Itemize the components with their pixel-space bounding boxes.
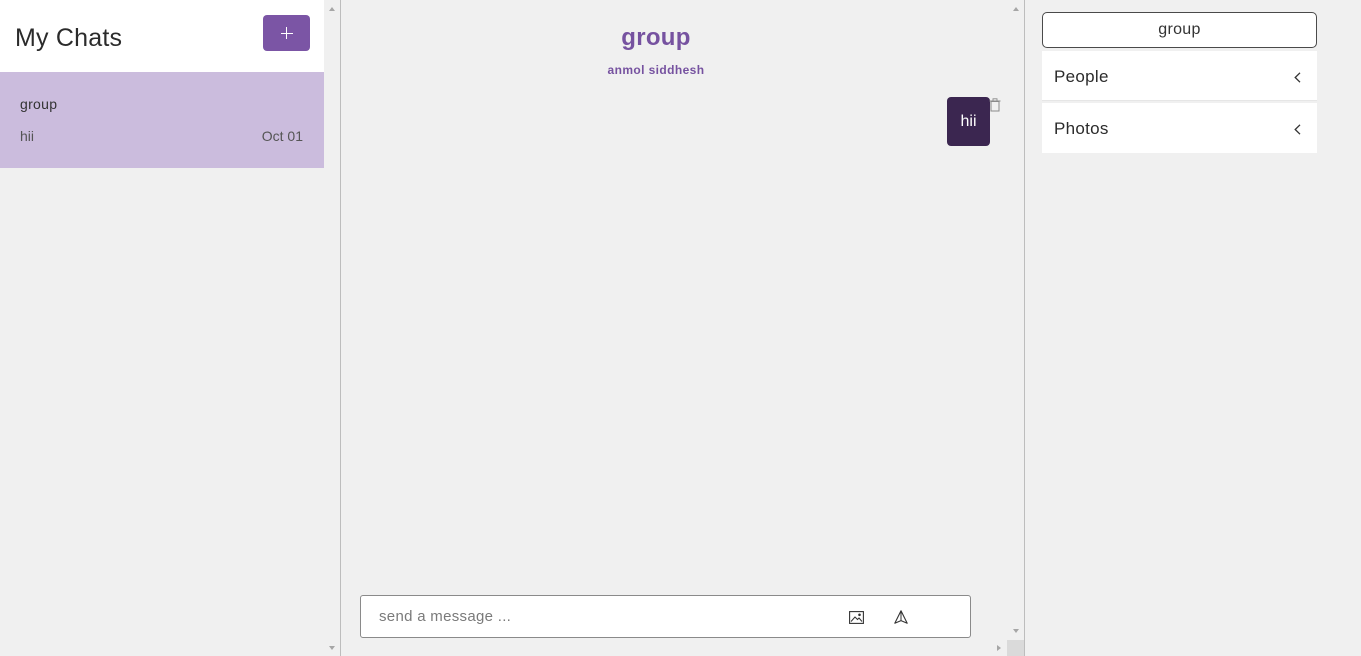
sidebar-title: My Chats xyxy=(15,24,123,52)
chevron-left-icon xyxy=(1294,124,1301,135)
trash-icon[interactable] xyxy=(989,98,1001,112)
photos-section-label: Photos xyxy=(1054,119,1109,138)
chat-scroll-down[interactable] xyxy=(1013,629,1019,633)
sidebar-scroll-down[interactable] xyxy=(329,646,335,650)
new-chat-button[interactable] xyxy=(263,15,310,51)
chat-details-panel: group People Photos xyxy=(1026,0,1361,656)
chat-window: group anmol siddhesh hii xyxy=(342,0,1025,656)
plus-icon xyxy=(280,27,293,39)
message-composer xyxy=(360,595,971,638)
chat-item-date: Oct 01 xyxy=(261,128,303,144)
chat-scroll-right[interactable] xyxy=(997,645,1001,651)
group-name-field[interactable]: group xyxy=(1042,12,1317,48)
chevron-left-icon xyxy=(1294,72,1301,83)
chat-scroll-up[interactable] xyxy=(1013,7,1019,11)
photos-section[interactable]: Photos xyxy=(1042,103,1317,153)
chat-list-item[interactable]: group hii Oct 01 xyxy=(0,72,324,168)
sidebar-scroll-up[interactable] xyxy=(329,7,335,11)
sidebar-header: My Chats xyxy=(0,0,324,72)
chat-app: My Chats group hii Oct 01 group anmol si… xyxy=(0,0,1361,656)
chat-item-last-message: hii xyxy=(20,128,35,144)
chat-members: anmol siddhesh xyxy=(607,63,705,77)
people-section[interactable]: People xyxy=(1042,51,1317,101)
people-section-label: People xyxy=(1054,67,1109,86)
chat-title: group xyxy=(621,24,691,51)
send-icon[interactable] xyxy=(894,610,908,624)
message-input[interactable] xyxy=(361,596,831,637)
chat-item-name: group xyxy=(20,96,58,112)
image-icon[interactable] xyxy=(849,611,864,624)
message-bubble: hii xyxy=(947,97,990,146)
chat-sidebar: My Chats group hii Oct 01 xyxy=(0,0,341,656)
chat-scroll-corner xyxy=(1007,640,1024,656)
